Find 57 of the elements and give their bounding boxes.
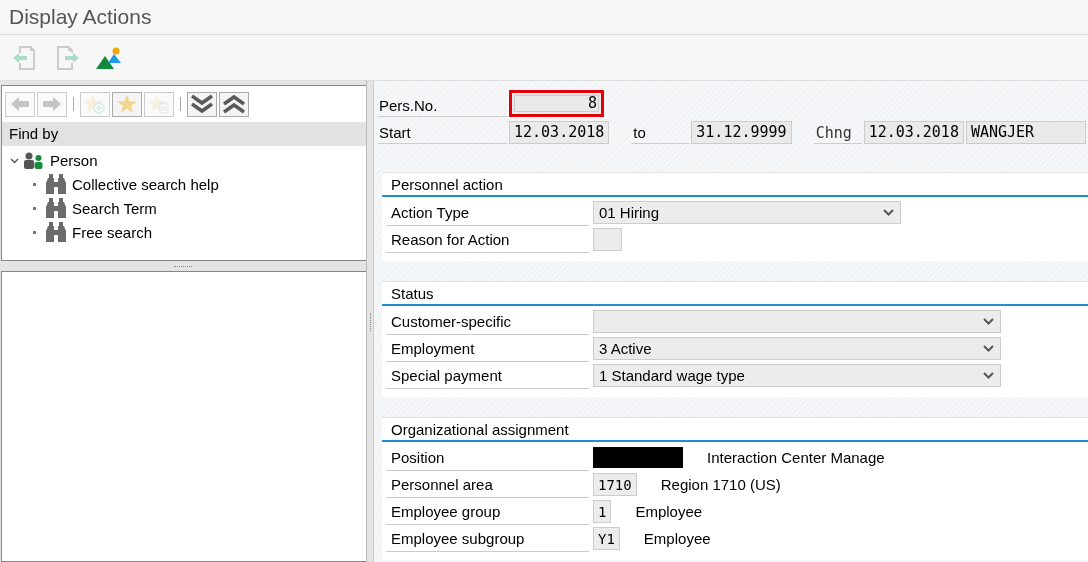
window-title: Display Actions [9, 5, 152, 29]
section-title: Personnel action [382, 173, 1088, 197]
personnel-number-field[interactable]: 8 [509, 90, 604, 117]
tree-item[interactable]: Person [50, 151, 98, 169]
double-chevron-down-icon [191, 94, 213, 114]
favorite-button[interactable] [112, 91, 142, 117]
section-title: Status [382, 282, 1088, 306]
field-label: Employee subgroup [386, 525, 589, 552]
expand-all-button[interactable] [187, 91, 217, 117]
dropdown[interactable]: 01 Hiring [593, 201, 901, 224]
changed-by-field[interactable]: WANGJER [965, 121, 1086, 144]
input-field[interactable]: Y1 [593, 527, 620, 550]
field-label: Start [378, 121, 507, 144]
back-arrow-icon [11, 97, 29, 111]
chevron-down-icon [883, 209, 894, 216]
people-icon [24, 151, 45, 169]
tree-item[interactable]: Collective search help [72, 175, 219, 193]
input-field[interactable] [593, 228, 622, 251]
tree-item[interactable]: Search Term [72, 199, 157, 217]
end-date-field[interactable]: 31.12.9999 [691, 121, 792, 144]
chevron-down-icon [983, 372, 994, 379]
field-description: Interaction Center Manage [707, 449, 885, 466]
field-label: Customer-specific [386, 308, 589, 335]
start-date-field[interactable]: 12.03.2018 [509, 121, 610, 144]
changed-date-field[interactable]: 12.03.2018 [863, 121, 964, 144]
star-trash-icon [148, 94, 170, 114]
field-label: Employee group [386, 498, 589, 525]
binoculars-icon [46, 222, 66, 242]
field-label: Special payment [386, 362, 589, 389]
field-description: Employee [635, 503, 703, 520]
field-label: to [631, 121, 690, 144]
field-description: Region 1710 (US) [660, 476, 781, 493]
field-label: Employment [386, 335, 589, 362]
double-chevron-up-icon [223, 94, 245, 114]
field-label: Personnel area [386, 471, 589, 498]
binoculars-icon [46, 174, 66, 194]
field-label: Reason for Action [386, 226, 589, 253]
star-icon [117, 94, 137, 114]
section-title: Organizational assignment [382, 418, 1088, 442]
dropdown[interactable] [593, 310, 1001, 333]
field-label: Action Type [386, 199, 589, 226]
tree-item[interactable]: Free search [72, 223, 153, 241]
field-label: Position [386, 444, 589, 471]
input-field[interactable]: 1710 [593, 473, 637, 496]
field-label: Pers.No. [378, 94, 507, 117]
dropdown[interactable]: 3 Active [593, 337, 1001, 360]
star-plus-icon [84, 94, 106, 114]
binoculars-icon [46, 198, 66, 218]
collapse-all-button[interactable] [219, 91, 249, 117]
dropdown[interactable]: 1 Standard wage type [593, 364, 1001, 387]
field-description: Employee [643, 530, 711, 547]
chevron-down-icon [983, 345, 994, 352]
field-label: Chng [813, 121, 862, 144]
forward-arrow-icon [43, 97, 61, 111]
chevron-down-icon [983, 318, 994, 325]
panel-header: Find by [2, 122, 366, 146]
input-field[interactable]: 1 [593, 500, 612, 523]
